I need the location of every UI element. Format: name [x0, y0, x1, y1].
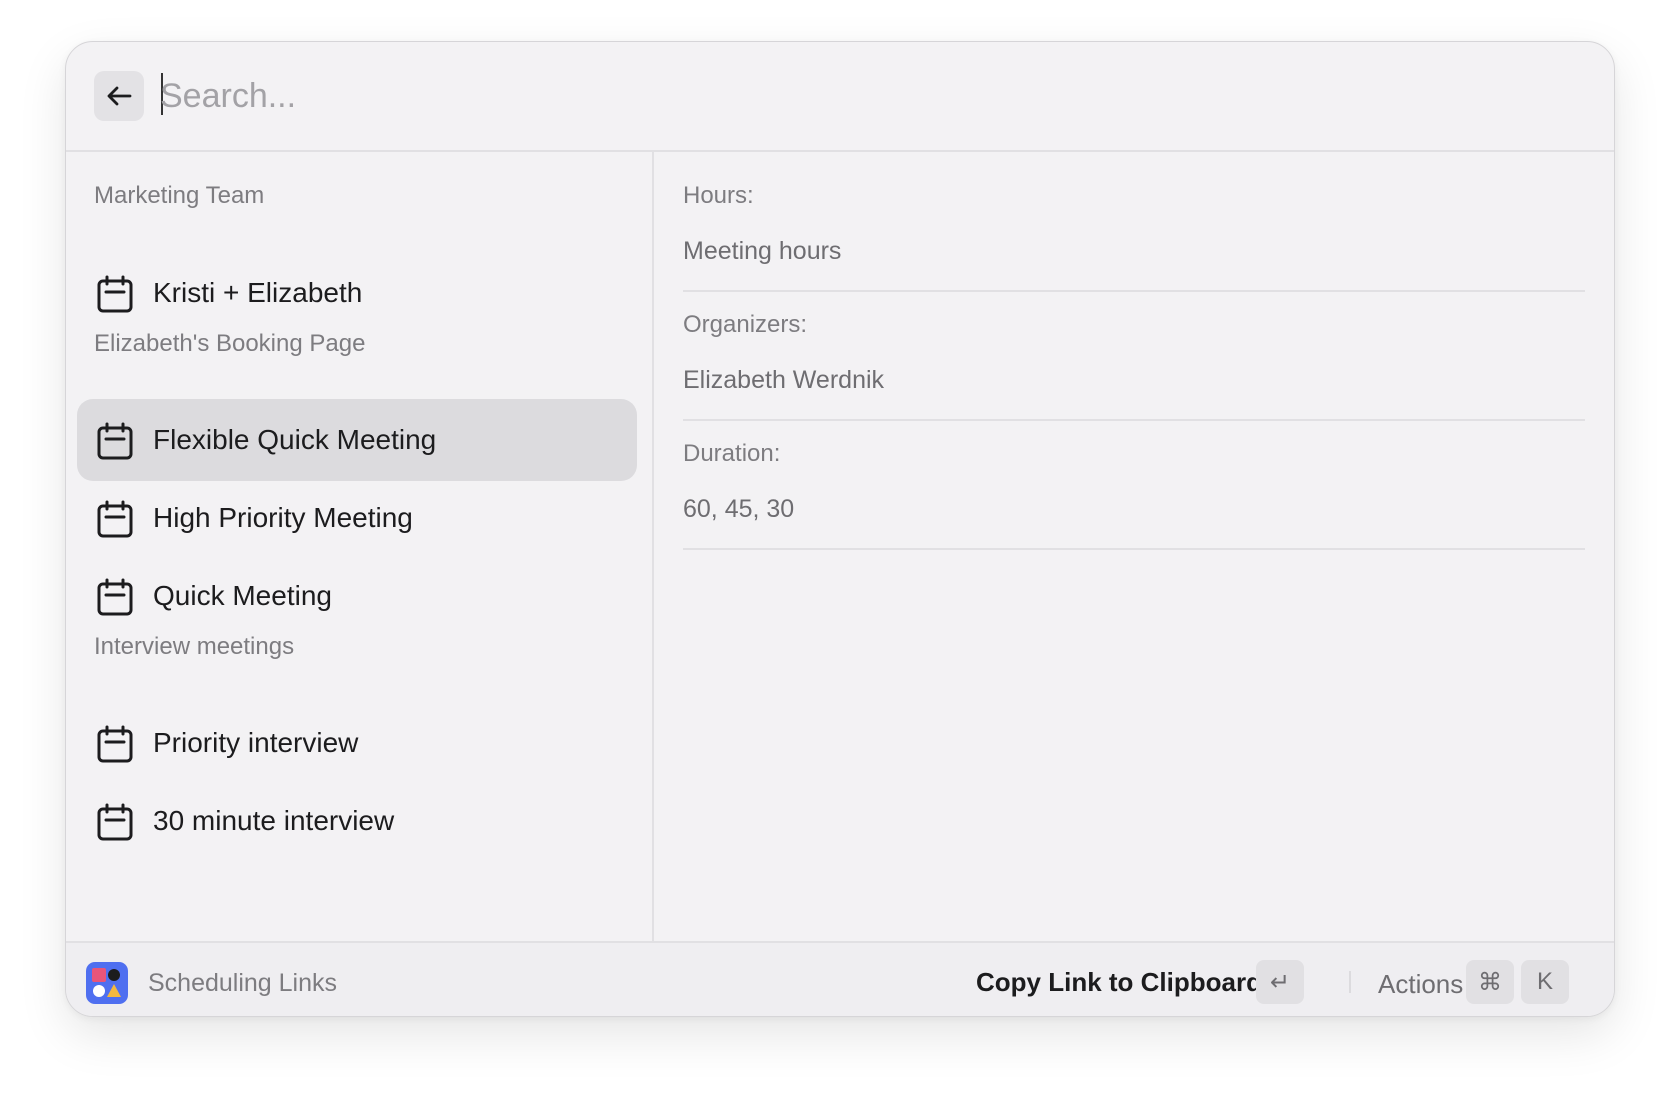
list-item-label: Priority interview [153, 727, 359, 758]
calendar-icon [97, 578, 133, 616]
action-bar: Scheduling Links Copy Link to Clipboard … [66, 941, 1614, 1016]
divider [683, 419, 1585, 421]
calendar-icon [97, 275, 133, 313]
calendar-icon [97, 725, 133, 763]
duration-label: Duration: [683, 440, 781, 467]
detail-panel: Hours: Meeting hours Organizers: Elizabe… [656, 152, 1614, 941]
list-item-flexible-quick-meeting[interactable]: Flexible Quick Meeting [77, 399, 637, 481]
search-bar [66, 42, 1614, 152]
list-item-high-priority-meeting[interactable]: High Priority Meeting [77, 477, 637, 559]
divider [683, 290, 1585, 292]
list-item-quick-meeting[interactable]: Quick Meeting [77, 555, 637, 637]
section-header-booking-page: Elizabeth's Booking Page [94, 330, 366, 357]
arrow-left-icon [107, 86, 132, 106]
list-item-priority-interview[interactable]: Priority interview [77, 702, 637, 784]
section-header-marketing-team: Marketing Team [94, 182, 265, 209]
search-input[interactable] [160, 70, 1560, 122]
enter-key-badge: ↵ [1256, 960, 1304, 1004]
hours-label: Hours: [683, 182, 754, 209]
back-button[interactable] [94, 71, 144, 121]
scheduling-links-app-icon [86, 962, 128, 1004]
app-logo-icon [92, 968, 121, 997]
calendar-icon [97, 803, 133, 841]
cmd-key-badge: ⌘ [1466, 960, 1514, 1004]
actions-button[interactable]: Actions [1378, 969, 1463, 1000]
list-item-label: Kristi + Elizabeth [153, 277, 363, 308]
list-item-label: 30 minute interview [153, 805, 395, 836]
list-item-label: Quick Meeting [153, 580, 332, 611]
footer-divider [1349, 971, 1351, 993]
hours-value: Meeting hours [683, 237, 842, 265]
divider [683, 548, 1585, 550]
section-header-interview-meetings: Interview meetings [94, 633, 295, 660]
k-key-badge: K [1521, 960, 1569, 1004]
list-item-label: High Priority Meeting [153, 502, 413, 533]
list-item-30-minute-interview[interactable]: 30 minute interview [77, 780, 637, 862]
results-list: Marketing Team Kristi + Elizabeth Elizab… [66, 152, 654, 941]
organizers-value: Elizabeth Werdnik [683, 366, 885, 394]
duration-value: 60, 45, 30 [683, 495, 795, 523]
calendar-icon [97, 422, 133, 460]
list-item-label: Flexible Quick Meeting [153, 424, 437, 455]
extension-title: Scheduling Links [148, 969, 338, 997]
organizers-label: Organizers: [683, 311, 808, 338]
copy-link-button[interactable]: Copy Link to Clipboard [976, 967, 1262, 998]
list-item-kristi-elizabeth[interactable]: Kristi + Elizabeth [77, 252, 637, 334]
calendar-icon [97, 500, 133, 538]
raycast-window: Marketing Team Kristi + Elizabeth Elizab… [65, 41, 1615, 1017]
